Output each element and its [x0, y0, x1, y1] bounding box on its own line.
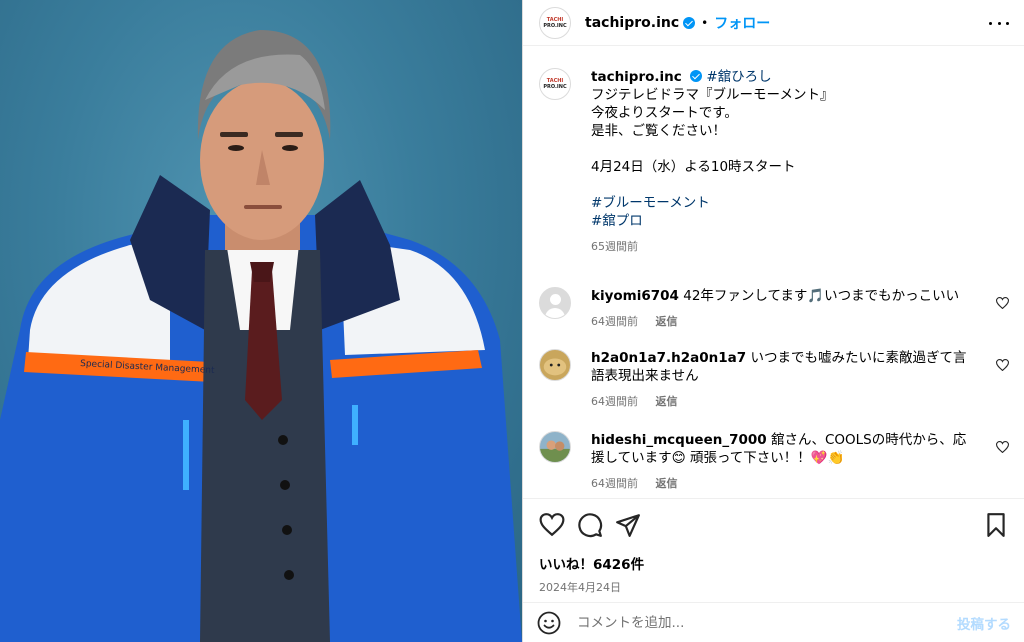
- comment-composer: 投稿する: [523, 602, 1024, 642]
- post-header: TACHI PRO.INC tachipro.inc • フォロー: [523, 0, 1024, 46]
- post-actions: いいね！6426件 2024年4月24日: [523, 498, 1024, 602]
- verified-badge-icon: [690, 70, 703, 82]
- comment: kiyomi6704 42年ファンしてます🎵いつまでもかっこいい 64週間前 返…: [539, 287, 1009, 329]
- caption-line: 今夜よりスタートです。: [591, 105, 738, 121]
- hashtag-link[interactable]: #ブルーモーメント: [591, 194, 979, 212]
- caption-schedule: 4月24日（水）よる10時スタート: [591, 159, 796, 175]
- like-comment-heart-icon[interactable]: [996, 297, 1009, 309]
- emoji-smiley-icon[interactable]: [537, 611, 561, 635]
- avatar[interactable]: TACHI PRO.INC: [539, 6, 571, 39]
- reply-button[interactable]: 返信: [656, 315, 678, 328]
- avatar[interactable]: TACHI PRO.INC: [539, 68, 571, 100]
- comment-input[interactable]: [577, 610, 957, 635]
- tachipro-logo-icon: TACHI PRO.INC: [543, 78, 567, 90]
- like-comment-heart-icon[interactable]: [996, 441, 1009, 453]
- comment-username[interactable]: kiyomi6704: [591, 288, 679, 304]
- comment-time[interactable]: 64週間前: [591, 395, 638, 408]
- caption-username[interactable]: tachipro.inc: [591, 69, 682, 85]
- caption-line: 是非、ご覧ください！: [591, 123, 726, 139]
- comment-username[interactable]: hideshi_mcqueen_7000: [591, 432, 767, 448]
- reply-button[interactable]: 返信: [656, 395, 678, 408]
- post-side-panel: TACHI PRO.INC tachipro.inc • フォロー TACHI …: [522, 0, 1024, 642]
- portrait-illustration: Special Disaster Management: [0, 30, 522, 642]
- like-comment-heart-icon[interactable]: [996, 359, 1009, 371]
- verified-badge-icon: [683, 16, 696, 29]
- comment: h2a0n1a7.h2a0n1a7 いつまでも嘘みたいに素敵過ぎて言語表現出来ま…: [539, 349, 1009, 409]
- hamster-avatar-icon[interactable]: [539, 349, 571, 381]
- post-comment-button[interactable]: 投稿する: [957, 613, 1011, 633]
- reply-button[interactable]: 返信: [656, 477, 678, 490]
- like-count[interactable]: いいね！6426件: [539, 553, 1009, 573]
- save-bookmark-icon[interactable]: [983, 512, 1009, 538]
- share-paper-plane-icon[interactable]: [615, 512, 641, 538]
- more-options-icon[interactable]: [989, 14, 1009, 32]
- caption-time[interactable]: 65週間前: [591, 238, 979, 254]
- caption-line: フジテレビドラマ『ブルーモーメント』: [591, 87, 834, 103]
- comment-username[interactable]: h2a0n1a7.h2a0n1a7: [591, 350, 746, 366]
- comment-time[interactable]: 64週間前: [591, 477, 638, 490]
- post-photo[interactable]: Special Disaster Management: [0, 0, 522, 642]
- default-avatar-icon[interactable]: [539, 287, 571, 319]
- comment-bubble-icon[interactable]: [577, 512, 603, 538]
- post-date[interactable]: 2024年4月24日: [539, 579, 1009, 595]
- separator-dot: •: [701, 15, 709, 30]
- author-username[interactable]: tachipro.inc: [585, 15, 679, 31]
- comment-text: 42年ファンしてます🎵いつまでもかっこいい: [683, 288, 960, 304]
- photo-avatar-icon[interactable]: [539, 431, 571, 463]
- comment-time[interactable]: 64週間前: [591, 315, 638, 328]
- comment: hideshi_mcqueen_7000 舘さん、COOLSの時代から、応援して…: [539, 431, 1009, 491]
- instagram-post-viewer: Special Disaster Management TACHI PRO.IN…: [0, 0, 1024, 642]
- hashtag-link[interactable]: #舘ひろし: [706, 69, 771, 85]
- caption: TACHI PRO.INC tachipro.inc #舘ひろし フジテレビドラ…: [539, 68, 1009, 254]
- follow-button[interactable]: フォロー: [714, 13, 770, 33]
- comments-section[interactable]: TACHI PRO.INC tachipro.inc #舘ひろし フジテレビドラ…: [523, 47, 1024, 497]
- tachipro-logo-icon: TACHI PRO.INC: [543, 16, 567, 29]
- hashtag-link[interactable]: #舘プロ: [591, 212, 979, 230]
- like-heart-icon[interactable]: [539, 512, 565, 538]
